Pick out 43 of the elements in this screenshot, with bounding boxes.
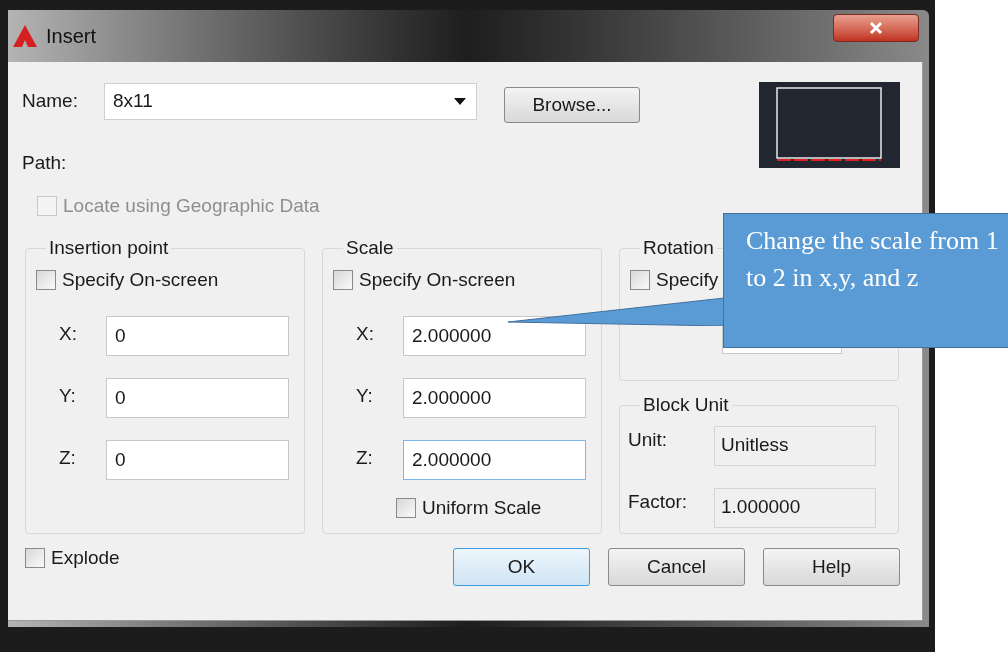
checkbox[interactable]: [630, 269, 650, 290]
field-label: Factor:: [628, 489, 689, 514]
field-label: Y:: [355, 384, 374, 408]
checkbox-label: Specify On-screen: [359, 267, 516, 292]
checkbox[interactable]: [36, 269, 56, 290]
input-field[interactable]: 0: [106, 440, 289, 480]
readonly-field: Unitless: [714, 425, 876, 466]
checkbox-label: Explode: [51, 545, 120, 570]
input-field[interactable]: 0: [106, 378, 289, 418]
group-title: Scale: [345, 236, 395, 260]
field-label: X:: [58, 322, 78, 346]
dialog-button[interactable]: Help: [763, 548, 900, 586]
group-title: Block Unit: [642, 393, 730, 417]
group-title: Insertion point: [48, 236, 170, 260]
close-icon: [869, 21, 883, 35]
checkbox[interactable]: [396, 498, 416, 519]
checkbox-label: Uniform Scale: [422, 496, 542, 520]
checkbox-label: Locate using Geographic Data: [63, 193, 320, 218]
field-label: Y:: [58, 384, 77, 408]
checkbox-label: Specify On-screen: [62, 267, 219, 292]
checkbox[interactable]: [333, 269, 353, 290]
field-label: Z:: [355, 446, 374, 470]
dialog-button[interactable]: Cancel: [608, 548, 745, 586]
field-label: Z:: [58, 446, 77, 470]
field-label: Unit:: [628, 427, 669, 452]
checkbox-label: Specify: [656, 267, 719, 292]
dropdown-caret-icon: [454, 98, 466, 105]
readonly-field: 1.000000: [714, 487, 876, 528]
name-dropdown[interactable]: 8x11: [104, 83, 477, 120]
callout-box: Change the scale from 1 to 2 in x,y, and z: [723, 213, 1008, 348]
close-button[interactable]: [833, 14, 919, 42]
input-field[interactable]: 0: [106, 316, 289, 356]
checkbox[interactable]: [25, 548, 45, 568]
input-field[interactable]: 2.000000: [403, 440, 586, 480]
path-label: Path:: [22, 151, 68, 175]
dialog-button[interactable]: OK: [453, 548, 590, 586]
app-logo-icon: [12, 24, 38, 48]
group-title: Rotation: [642, 236, 715, 260]
input-field[interactable]: 2.000000: [403, 378, 586, 418]
field-label: X:: [355, 322, 375, 346]
browse-button[interactable]: Browse...: [504, 87, 640, 123]
window-title: Insert: [46, 24, 97, 49]
field-label: Name:: [22, 89, 79, 113]
